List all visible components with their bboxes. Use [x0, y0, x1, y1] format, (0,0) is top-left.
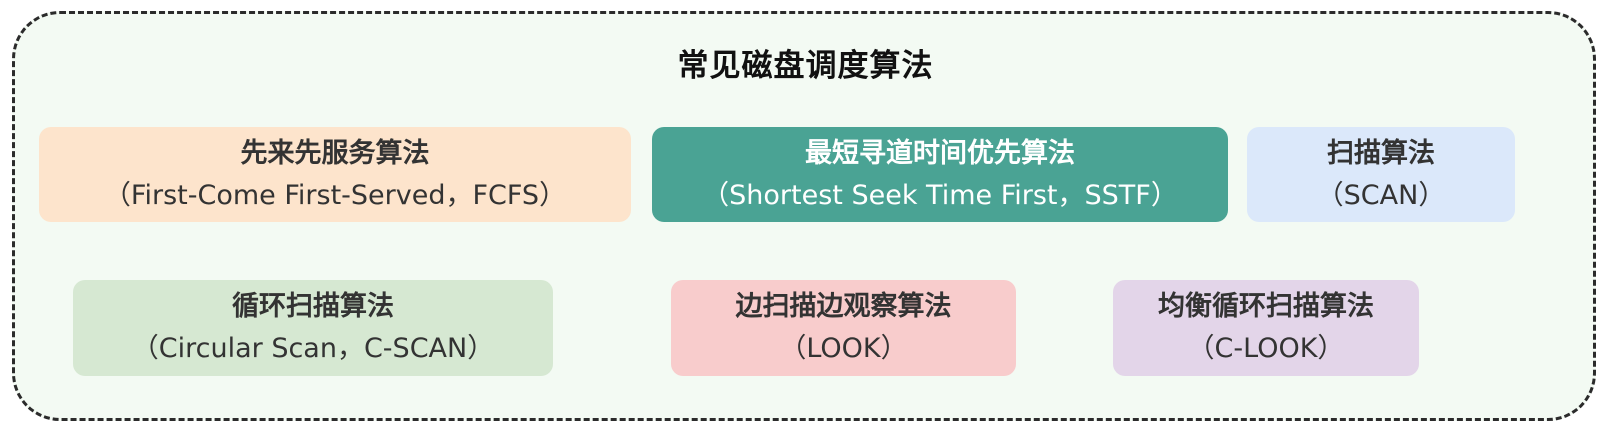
algorithm-name: 均衡循环扫描算法 [1158, 291, 1374, 322]
algorithm-box-scan: 扫描算法 （SCAN） [1247, 127, 1515, 222]
algorithm-english: （Shortest Seek Time First，SSTF） [702, 179, 1178, 211]
algorithm-name: 扫描算法 [1327, 137, 1435, 169]
algorithm-box-fcfs: 先来先服务算法 （First-Come First-Served，FCFS） [39, 127, 631, 222]
algorithm-box-look: 边扫描边观察算法 （LOOK） [671, 280, 1016, 376]
algorithm-box-sstf: 最短寻道时间优先算法 （Shortest Seek Time First，SST… [652, 127, 1228, 222]
algorithm-english: （LOOK） [779, 333, 908, 364]
algorithm-english: （Circular Scan，C-SCAN） [131, 333, 495, 364]
algorithm-name: 最短寻道时间优先算法 [805, 137, 1075, 169]
algorithm-name: 循环扫描算法 [232, 291, 394, 322]
algorithm-english: （SCAN） [1316, 179, 1446, 211]
algorithm-english: （C-LOOK） [1187, 333, 1345, 364]
diagram-title: 常见磁盘调度算法 [677, 48, 934, 84]
algorithm-english: （First-Come First-Served，FCFS） [103, 179, 567, 211]
algorithm-box-clook: 均衡循环扫描算法 （C-LOOK） [1113, 280, 1419, 376]
algorithm-name: 边扫描边观察算法 [735, 291, 952, 322]
algorithm-box-cscan: 循环扫描算法 （Circular Scan，C-SCAN） [73, 280, 553, 376]
algorithm-name: 先来先服务算法 [240, 137, 430, 169]
